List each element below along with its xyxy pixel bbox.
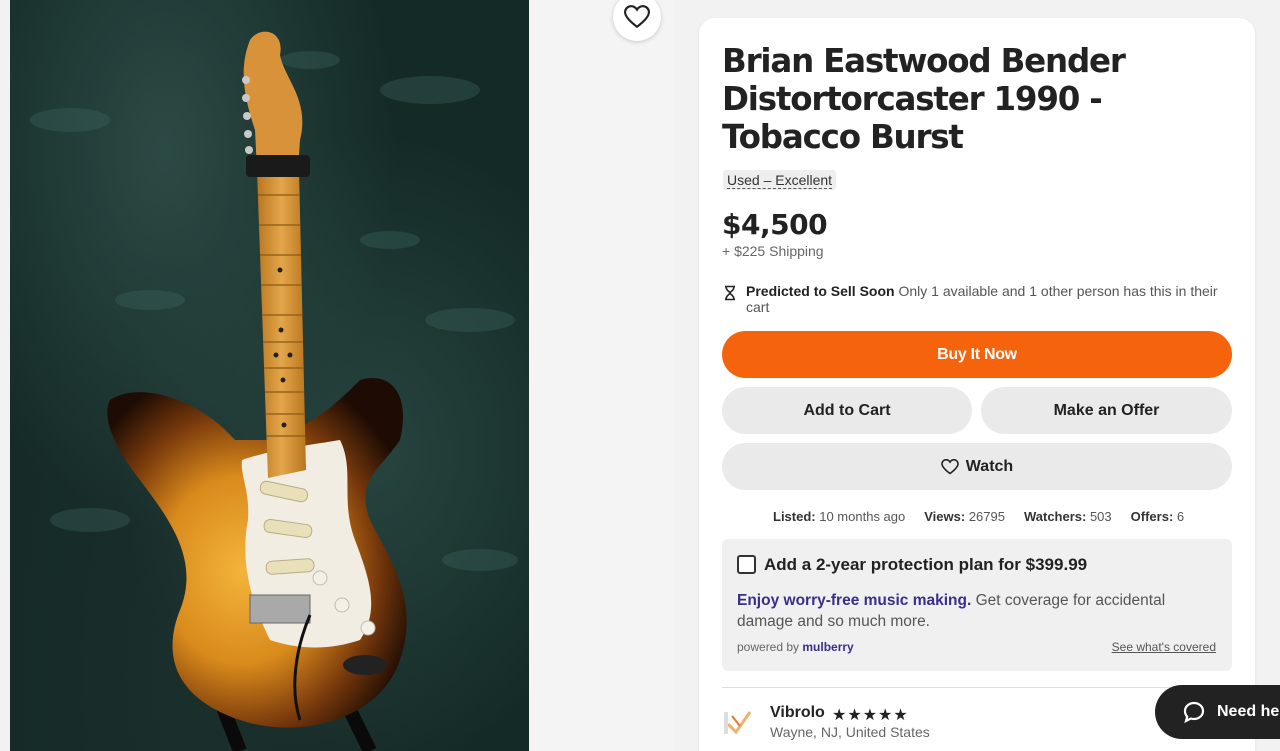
sell-prediction: Predicted to Sell Soon Only 1 available … <box>722 283 1222 315</box>
stat-listed: Listed: 10 months ago <box>773 509 905 524</box>
make-offer-button[interactable]: Make an Offer <box>981 387 1232 434</box>
divider <box>722 687 1232 688</box>
heart-icon <box>624 5 650 29</box>
stat-value: 10 months ago <box>815 509 906 524</box>
buy-now-button[interactable]: Buy It Now <box>722 331 1232 378</box>
stat-views: Views: 26795 <box>924 509 1005 524</box>
stat-label: Watchers: <box>1023 509 1087 524</box>
help-label: Need hel <box>1217 703 1280 720</box>
heart-icon <box>940 458 959 475</box>
protection-plan-card: Add a 2-year protection plan for $399.99… <box>722 539 1232 671</box>
add-to-cart-button[interactable]: Add to Cart <box>722 387 972 434</box>
gallery-background <box>529 0 675 751</box>
stat-value: 26795 <box>965 509 1005 524</box>
stat-offers: Offers: 6 <box>1131 509 1184 524</box>
powered-by-label: powered by <box>737 640 803 654</box>
protection-highlight: Enjoy worry-free music making. <box>737 592 972 609</box>
guitar-illustration <box>30 31 518 751</box>
listing-panel: Brian Eastwood Bender Distortorcaster 19… <box>699 18 1255 751</box>
see-coverage-link[interactable]: See what's covered <box>1112 640 1216 654</box>
protection-description: Enjoy worry-free music making. Get cover… <box>737 590 1207 632</box>
price: $4,500 <box>722 208 828 241</box>
stat-label: Views: <box>924 509 966 524</box>
watch-label: Watch <box>965 457 1014 475</box>
page-title: Brian Eastwood Bender Distortorcaster 19… <box>722 42 1126 156</box>
seller-rating: ★★★★★ <box>832 707 909 724</box>
provider-logo: mulberry <box>802 640 854 654</box>
protection-checkbox[interactable] <box>737 555 756 574</box>
stat-label: Listed: <box>773 509 816 524</box>
stat-label: Offers: <box>1130 509 1174 524</box>
page: Brian Eastwood Bender Distortorcaster 19… <box>0 0 1280 751</box>
stat-watchers: Watchers: 503 <box>1024 509 1112 524</box>
hourglass-icon <box>725 285 735 301</box>
condition-badge[interactable]: Used – Excellent <box>723 170 837 190</box>
protection-title: Add a 2-year protection plan for $399.99 <box>764 555 1088 574</box>
seller-logo[interactable] <box>722 704 756 738</box>
shipping-cost: + $225 Shipping <box>722 243 824 259</box>
chat-icon <box>1183 701 1205 723</box>
seller-location: Wayne, NJ, United States <box>770 724 930 740</box>
product-photo[interactable] <box>10 0 529 751</box>
seller-name[interactable]: Vibrolo <box>770 704 825 722</box>
help-chat-button[interactable]: Need hel <box>1155 685 1280 739</box>
stat-value: 6 <box>1173 509 1185 524</box>
watch-button[interactable]: Watch <box>722 443 1232 490</box>
condition-label: Used – Excellent <box>727 172 833 189</box>
listing-stats: Listed: 10 months ago Views: 26795 Watch… <box>773 509 1184 524</box>
left-margin <box>0 0 10 751</box>
powered-by: powered by mulberry <box>737 640 854 654</box>
prediction-label: Predicted to Sell Soon <box>746 283 895 299</box>
stat-value: 503 <box>1086 509 1112 524</box>
